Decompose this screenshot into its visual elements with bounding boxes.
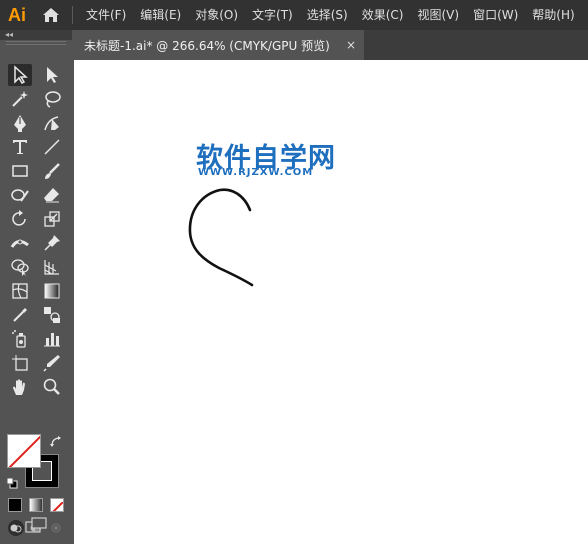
document-tab-title: 未标题-1.ai* @ 266.64% (CMYK/GPU 预览) [84, 38, 330, 53]
rectangle-tool-icon[interactable] [8, 160, 32, 182]
zoom-tool-icon[interactable] [40, 376, 64, 398]
menu-separator [72, 6, 73, 24]
gradient-mode-button[interactable] [29, 498, 43, 512]
slice-tool-icon[interactable] [40, 352, 64, 374]
width-tool-icon[interactable] [8, 232, 32, 254]
hand-tool-icon[interactable] [8, 376, 32, 398]
rotate-tool-icon[interactable] [8, 208, 32, 230]
menu-object[interactable]: 对象(O) [188, 0, 245, 30]
document-tab-bar: 未标题-1.ai* @ 266.64% (CMYK/GPU 预览) × [74, 30, 588, 60]
draw-normal-icon[interactable] [8, 520, 24, 536]
gradient-tool-icon[interactable] [40, 280, 64, 302]
pen-tool-icon[interactable] [8, 112, 32, 134]
artboard-tool-icon[interactable] [8, 352, 32, 374]
home-icon[interactable] [34, 0, 68, 30]
perspective-grid-tool-icon[interactable] [40, 256, 64, 278]
paintbrush-tool-icon[interactable] [40, 160, 64, 182]
menu-view[interactable]: 视图(V) [410, 0, 466, 30]
fill-swatch[interactable] [7, 434, 41, 468]
magic-wand-tool-icon[interactable] [8, 88, 32, 110]
screen-mode-icon[interactable] [24, 516, 48, 534]
menu-type[interactable]: 文字(T) [245, 0, 300, 30]
blend-tool-icon[interactable] [40, 304, 64, 326]
menu-edit[interactable]: 编辑(E) [133, 0, 188, 30]
no-fill-icon [8, 435, 40, 467]
menu-help[interactable]: 帮助(H) [525, 0, 581, 30]
panel-collapse-button[interactable]: ◂◂ [0, 30, 72, 40]
column-graph-tool-icon[interactable] [40, 328, 64, 350]
panel-grip[interactable] [6, 41, 66, 45]
lasso-tool-icon[interactable] [40, 88, 64, 110]
tools-panel: ◂◂ [0, 30, 72, 544]
puppet-warp-tool-icon[interactable] [40, 232, 64, 254]
type-tool-icon[interactable] [8, 136, 32, 158]
app-logo: Ai [8, 4, 26, 25]
mesh-tool-icon[interactable] [8, 280, 32, 302]
default-fill-stroke-icon[interactable] [6, 474, 18, 489]
swap-fill-stroke-icon[interactable] [49, 434, 63, 448]
drawn-curve-path[interactable] [74, 60, 588, 544]
draw-inside-icon[interactable] [48, 520, 64, 536]
selection-tool-icon[interactable] [8, 64, 32, 86]
menu-select[interactable]: 选择(S) [300, 0, 355, 30]
menu-effect[interactable]: 效果(C) [355, 0, 411, 30]
menu-bar: Ai 文件(F) 编辑(E) 对象(O) 文字(T) 选择(S) 效果(C) 视… [0, 0, 588, 30]
close-tab-icon[interactable]: × [346, 30, 356, 60]
shaper-tool-icon[interactable] [8, 184, 32, 206]
menu-window[interactable]: 窗口(W) [466, 0, 525, 30]
line-segment-tool-icon[interactable] [40, 136, 64, 158]
direct-selection-tool-icon[interactable] [40, 64, 64, 86]
menu-file[interactable]: 文件(F) [79, 0, 133, 30]
shape-builder-tool-icon[interactable] [8, 256, 32, 278]
artboard-canvas[interactable]: 软件自学网 WWW.RJZXW.COM [74, 60, 588, 544]
scale-tool-icon[interactable] [40, 208, 64, 230]
none-mode-button[interactable] [50, 498, 64, 512]
eyedropper-tool-icon[interactable] [8, 304, 32, 326]
eraser-tool-icon[interactable] [40, 184, 64, 206]
color-mode-button[interactable] [8, 498, 22, 512]
document-tab[interactable]: 未标题-1.ai* @ 266.64% (CMYK/GPU 预览) × [74, 30, 364, 60]
symbol-sprayer-tool-icon[interactable] [8, 328, 32, 350]
curvature-tool-icon[interactable] [40, 112, 64, 134]
